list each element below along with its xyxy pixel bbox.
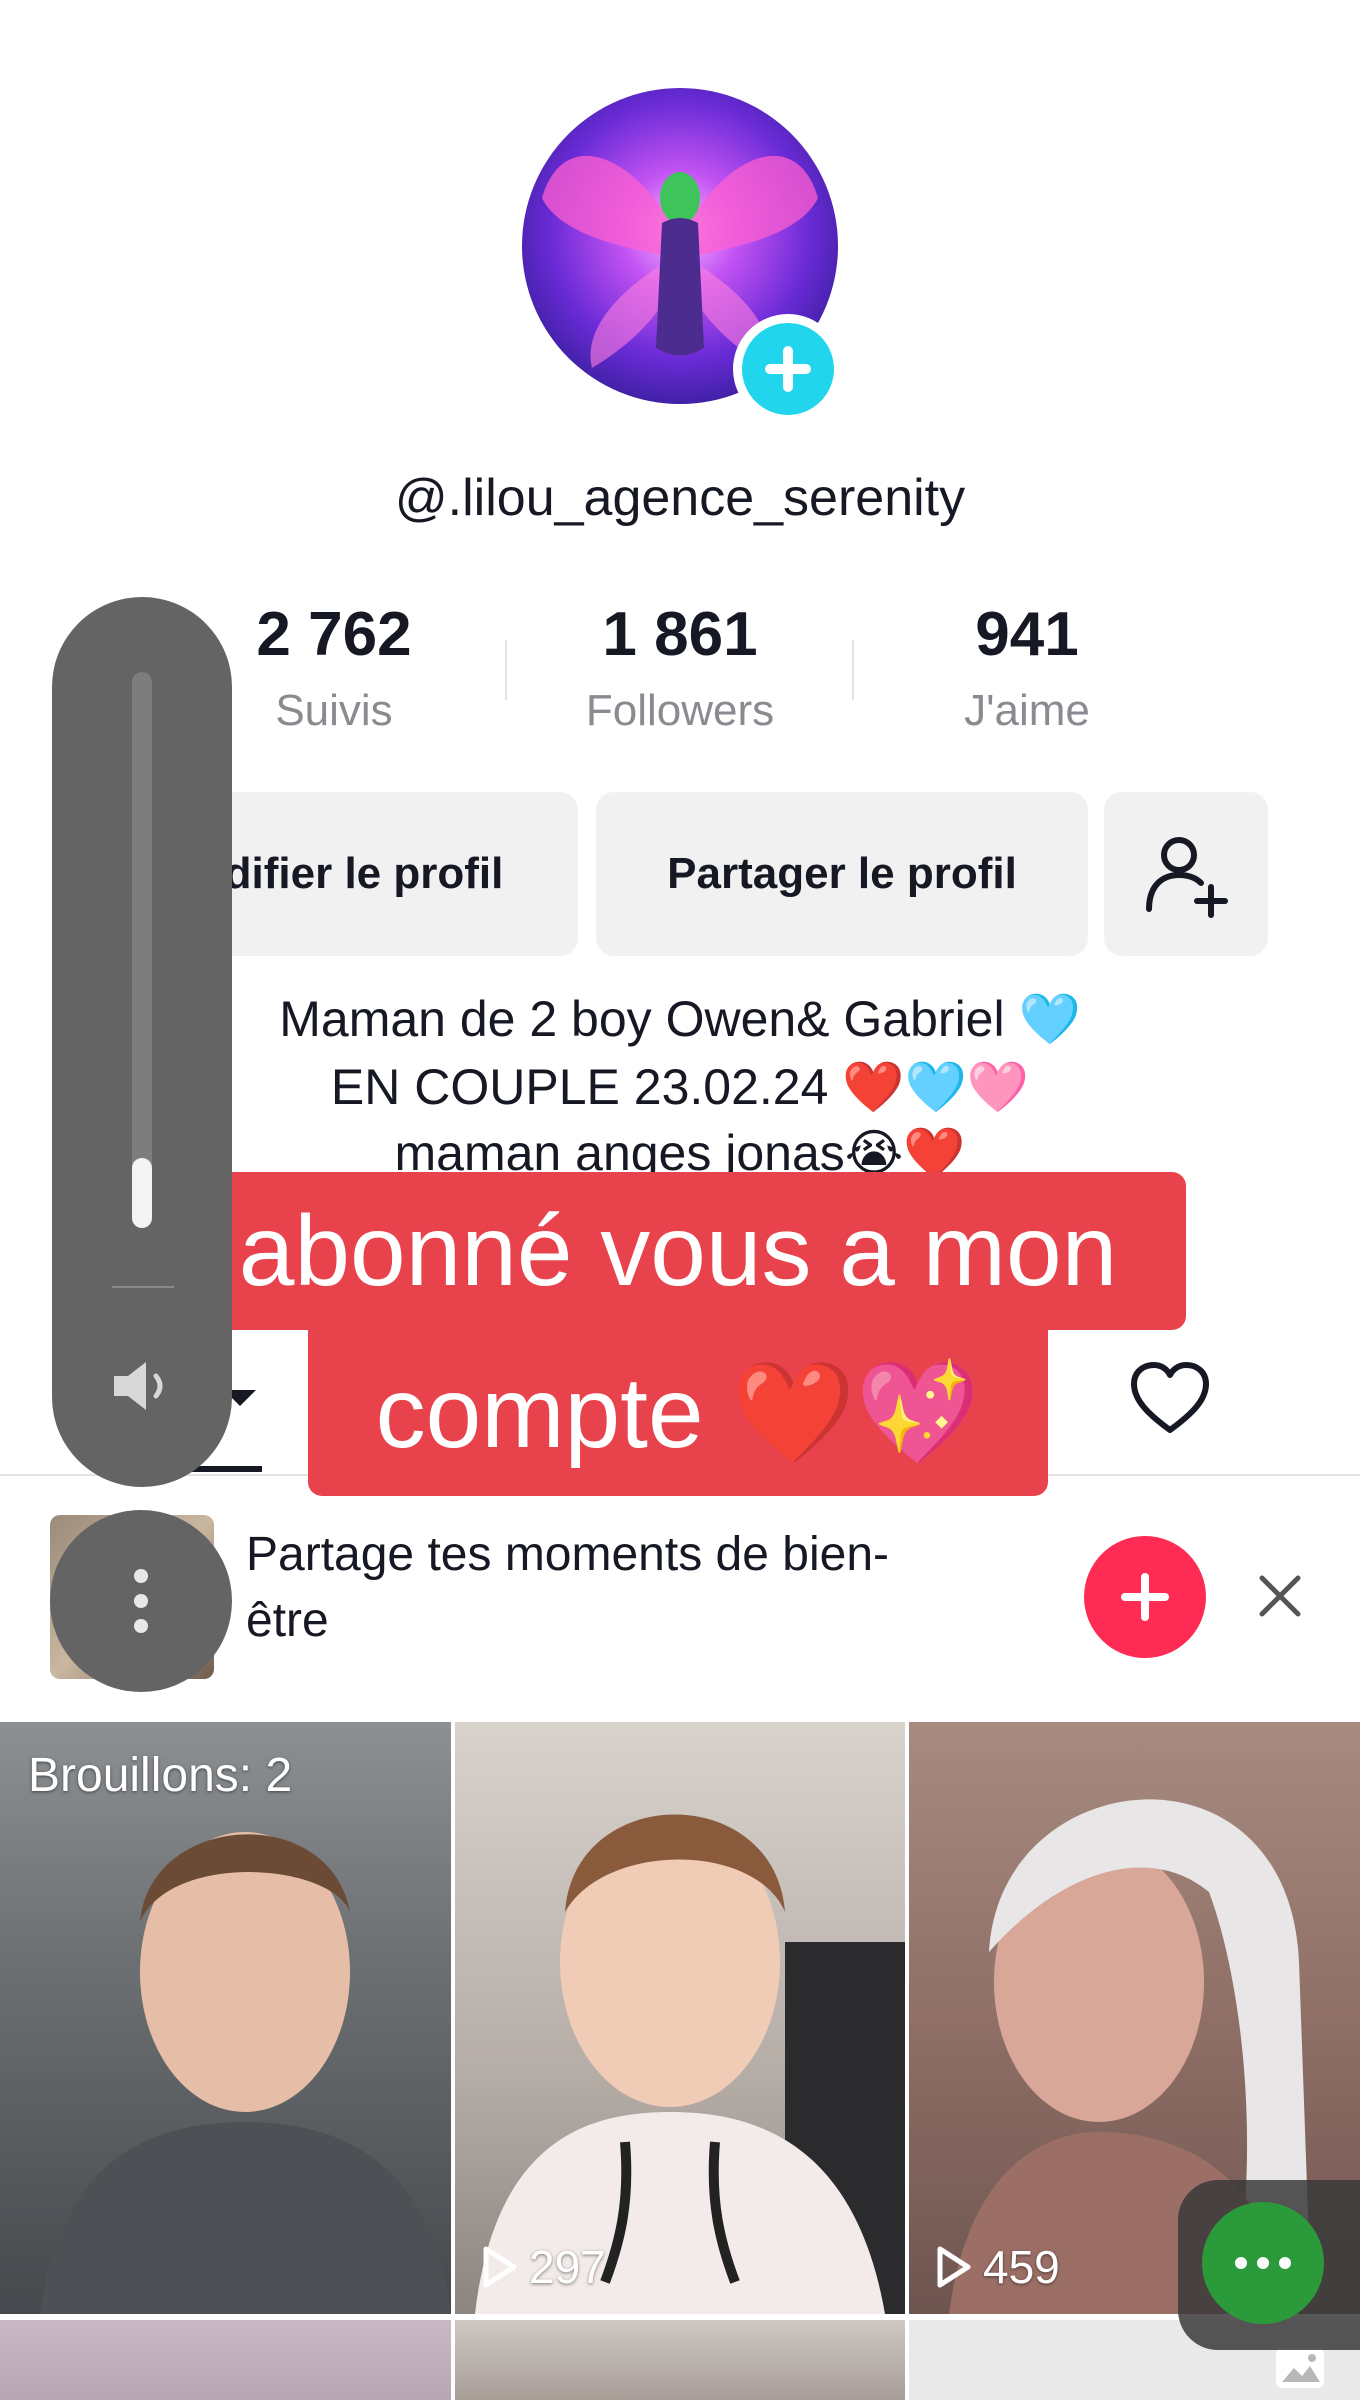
share-profile-label: Partager le profil [667,849,1017,898]
profile-username: @.lilou_agence_serenity [394,469,966,527]
edit-profile-label: difier le profil [224,849,504,898]
video-thumbnail[interactable]: 297 [455,1722,905,2314]
caption-overlay-line1: abonné vous a mon [170,1172,1186,1330]
share-profile-button[interactable]: Partager le profil [596,792,1088,956]
speaker-icon[interactable] [108,1356,176,1416]
close-icon[interactable] [1250,1566,1310,1626]
view-count: 459 [935,2240,1060,2294]
video-thumbnail[interactable] [0,2320,451,2400]
profile-screen: @.lilou_agence_serenity 2 762 Suivis 1 8… [0,0,1360,2400]
liked-videos-tab-heart-icon[interactable] [1128,1360,1212,1436]
stat-followers-value: 1 861 [602,600,758,669]
share-banner-add-button[interactable] [1084,1536,1206,1658]
add-friends-button[interactable] [1104,792,1268,956]
view-count: 297 [481,2240,606,2294]
view-count-value: 459 [983,2241,1060,2293]
volume-slider-track[interactable] [132,672,152,1228]
floating-menu-button[interactable] [1202,2202,1324,2324]
stat-likes[interactable]: 941 J'aime [857,595,1197,741]
stat-divider [505,640,507,700]
drafts-count-label: Brouillons: 2 [28,1749,293,1802]
stat-likes-label: J'aime [964,686,1090,735]
stat-divider [852,640,854,700]
video-thumbnail[interactable] [455,2320,905,2400]
caption-overlay-line2: compte ❤️💖 [308,1330,1048,1496]
play-icon [483,2246,517,2288]
add-user-icon [1146,837,1228,918]
horizontal-dots-icon [1235,2257,1291,2269]
play-icon [937,2246,971,2288]
share-banner-text: Partage tes moments de bien-être [246,1528,890,1647]
plus-icon [765,346,811,392]
more-options-button[interactable] [50,1510,232,1692]
video-thumbnail-drafts[interactable]: Brouillons: 2 [0,1722,451,2314]
plus-icon [1121,1573,1169,1621]
view-count-value: 297 [529,2241,606,2293]
follow-add-button[interactable] [733,314,843,424]
image-icon [1276,2348,1324,2388]
volume-divider [112,1286,174,1288]
stat-followers[interactable]: 1 861 Followers [510,595,850,741]
stat-likes-value: 941 [975,600,1079,669]
stat-followers-label: Followers [585,686,775,735]
volume-slider-fill [132,1158,152,1228]
vertical-dots-icon [134,1569,148,1633]
